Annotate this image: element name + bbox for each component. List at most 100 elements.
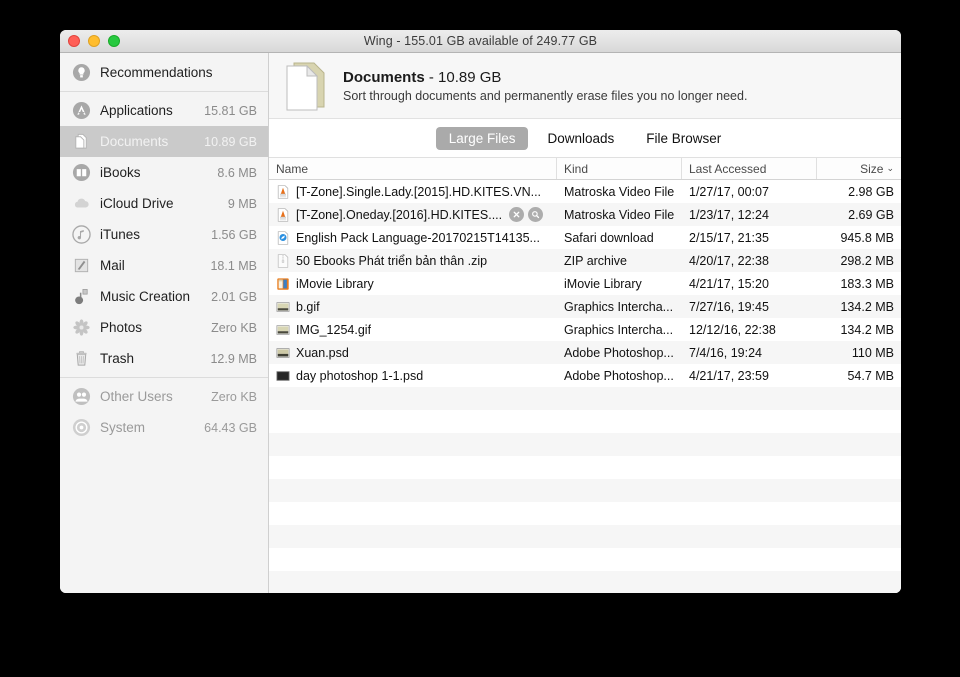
cell-last-accessed: 2/15/17, 21:35 [682,231,817,245]
cell-size: 110 MB [817,346,901,360]
category-name: Documents [343,68,425,86]
sidebar-item-recommendations[interactable]: Recommendations [60,57,268,88]
file-name: English Pack Language-20170215T14135... [296,230,540,245]
zoom-button[interactable] [108,35,120,47]
tab-large-files[interactable]: Large Files [435,126,529,150]
sidebar-item-ibooks-size: 8.6 MB [217,165,257,180]
tab-file-browser-label: File Browser [646,130,722,146]
cell-kind: iMovie Library [557,277,682,291]
table-row-empty [269,410,901,433]
file-name: [T-Zone].Single.Lady.[2015].HD.KITES.VN.… [296,184,542,199]
file-kind: Matroska Video File [564,207,675,222]
sidebar-item-ibooks[interactable]: iBooks 8.6 MB [60,157,268,188]
cell-kind: Graphics Intercha... [557,323,682,337]
guitar-icon [75,288,88,305]
table-row[interactable]: iMovie Library iMovie Library 4/21/17, 15:… [269,272,901,295]
sidebar-item-other-users[interactable]: Other Users Zero KB [60,381,268,412]
file-size: 54.7 MB [847,368,894,383]
window-body: Recommendations Applications 15.81 GB Docum… [60,53,901,593]
sidebar-item-icloud-drive-label: iCloud Drive [100,196,174,211]
music-note-icon [72,225,91,244]
safari-download-icon [277,230,289,245]
tab-bar: Large Files Downloads File Browser [269,119,901,157]
vlc-file-icon [277,207,289,222]
cell-kind: Safari download [557,231,682,245]
photos-flower-icon [73,319,90,336]
table-row[interactable]: English Pack Language-20170215T14135... S… [269,226,901,249]
cell-size: 945.8 MB [817,231,901,245]
file-size: 945.8 MB [840,230,894,245]
sidebar-item-itunes[interactable]: iTunes 1.56 GB [60,219,268,250]
file-name: 50 Ebooks Phát triển bản thân .zip [296,253,488,268]
file-last-accessed: 4/21/17, 15:20 [689,276,769,291]
sidebar-item-applications-size: 15.81 GB [204,103,257,118]
system-gear-icon [72,418,91,437]
cell-size: 54.7 MB [817,369,901,383]
column-header-size-label: Size [860,161,884,176]
lightbulb-icon [72,63,91,82]
cell-last-accessed: 7/27/16, 19:45 [682,300,817,314]
cell-kind: Adobe Photoshop... [557,346,682,360]
sidebar-item-mail[interactable]: Mail 18.1 MB [60,250,268,281]
column-header-kind[interactable]: Kind [557,158,682,179]
cell-last-accessed: 4/21/17, 15:20 [682,277,817,291]
content-pane: Documents - 10.89 GB Sort through docume… [269,53,901,593]
table-row[interactable]: day photoshop 1-1.psd Adobe Photoshop... 4… [269,364,901,387]
sidebar-item-icloud-drive[interactable]: iCloud Drive 9 MB [60,188,268,219]
sidebar-item-documents[interactable]: Documents 10.89 GB [60,126,268,157]
sidebar-item-photos[interactable]: Photos Zero KB [60,312,268,343]
cell-name: day photoshop 1-1.psd [269,369,557,383]
cell-name: Xuan.psd [269,346,557,360]
table-row[interactable]: 50 Ebooks Phát triển bản thân .zip ZIP ar… [269,249,901,272]
file-size: 2.98 GB [848,184,894,199]
close-button[interactable] [68,35,80,47]
file-list[interactable]: [T-Zone].Single.Lady.[2015].HD.KITES.VN.… [269,180,901,593]
column-header-last-accessed[interactable]: Last Accessed [682,158,817,179]
cell-size: 2.98 GB [817,185,901,199]
psd-dark-icon [276,370,290,381]
cell-name: 50 Ebooks Phát triển bản thân .zip [269,254,557,268]
sidebar-item-mail-label: Mail [100,258,125,273]
minimize-button[interactable] [88,35,100,47]
cell-kind: Graphics Intercha... [557,300,682,314]
table-row-empty [269,548,901,571]
cell-last-accessed: 1/23/17, 12:24 [682,208,817,222]
reveal-file-button[interactable] [528,207,544,222]
sidebar-item-applications[interactable]: Applications 15.81 GB [60,95,268,126]
sidebar: Recommendations Applications 15.81 GB Docum… [60,53,269,593]
file-last-accessed: 12/12/16, 22:38 [689,322,776,337]
file-last-accessed: 7/27/16, 19:45 [689,299,769,314]
column-header-name[interactable]: Name [269,158,557,179]
table-row[interactable]: [T-Zone].Oneday.[2016].HD.KITES.... Matro… [269,203,901,226]
table-row[interactable]: [T-Zone].Single.Lady.[2015].HD.KITES.VN.… [269,180,901,203]
tab-file-browser[interactable]: File Browser [633,127,734,150]
cell-size: 134.2 MB [817,300,901,314]
category-header: Documents - 10.89 GB Sort through docume… [269,53,901,119]
storage-management-window: Wing - 155.01 GB available of 249.77 GB … [60,30,901,593]
column-header-size[interactable]: Size ⌄ [817,158,901,179]
window-titlebar: Wing - 155.01 GB available of 249.77 GB [60,30,901,53]
file-size: 183.3 MB [840,276,894,291]
delete-file-button[interactable] [509,207,525,222]
file-size: 134.2 MB [840,322,894,337]
tab-downloads[interactable]: Downloads [534,127,627,150]
sidebar-item-system[interactable]: System 64.43 GB [60,412,268,443]
table-row[interactable]: b.gif Graphics Intercha... 7/27/16, 19:45 1… [269,295,901,318]
sidebar-item-other-users-size: Zero KB [211,389,257,404]
cell-name: [T-Zone].Oneday.[2016].HD.KITES.... [269,207,557,222]
table-row[interactable]: IMG_1254.gif Graphics Intercha... 12/12/16… [269,318,901,341]
file-kind: ZIP archive [564,253,627,268]
sidebar-item-icloud-drive-size: 9 MB [227,196,257,211]
sidebar-item-trash-size: 12.9 MB [210,351,257,366]
cell-kind: Matroska Video File [557,185,682,199]
row-actions [509,207,544,222]
sidebar-item-documents-label: Documents [100,134,169,149]
cell-size: 183.3 MB [817,277,901,291]
sidebar-item-trash[interactable]: Trash 12.9 MB [60,343,268,374]
cell-last-accessed: 4/20/17, 22:38 [682,254,817,268]
file-size: 2.69 GB [848,207,894,222]
sidebar-item-music-creation[interactable]: Music Creation 2.01 GB [60,281,268,312]
trash-icon [76,351,87,366]
file-size: 298.2 MB [840,253,894,268]
table-row[interactable]: Xuan.psd Adobe Photoshop... 7/4/16, 19:24 1… [269,341,901,364]
